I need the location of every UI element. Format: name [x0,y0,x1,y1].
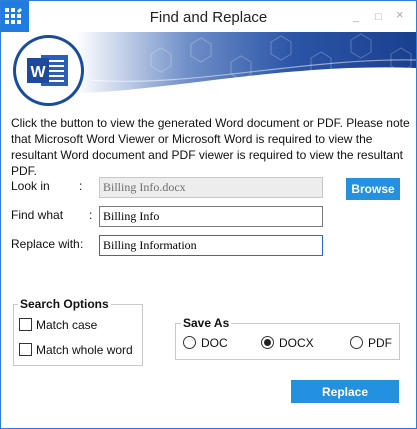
replace-with-input[interactable] [99,235,323,256]
find-replace-window: Find and Replace _ □ × W Click the butto… [0,0,417,429]
match-whole-word-label: Match whole word [36,343,133,357]
replace-button[interactable]: Replace [291,380,399,403]
match-whole-word-checkbox[interactable] [19,343,32,356]
browse-button[interactable]: Browse [346,178,400,200]
match-case-checkbox[interactable] [19,318,32,331]
search-options-title: Search Options [18,297,111,311]
find-what-colon: : [89,208,93,222]
look-in-label: Look in [11,179,50,193]
save-as-title: Save As [181,316,232,330]
radio-docx-label: DOCX [279,336,314,350]
radio-doc-label: DOC [201,336,228,350]
radio-docx-option[interactable]: DOCX [261,336,314,350]
match-case-option[interactable]: Match case [19,318,97,332]
radio-doc[interactable] [183,336,196,349]
look-in-colon: : [79,179,83,193]
minimize-button[interactable]: _ [353,11,359,23]
replace-with-colon: : [80,237,84,251]
title-bar: Find and Replace _ □ × [1,1,416,32]
find-what-label: Find what [11,208,64,222]
replace-with-label: Replace with [11,237,80,251]
radio-doc-option[interactable]: DOC [183,336,228,350]
find-what-input[interactable] [99,206,323,227]
word-logo-icon: W [16,38,81,103]
radio-pdf-label: PDF [368,336,392,350]
radio-pdf-option[interactable]: PDF [350,336,392,350]
svg-text:W: W [30,64,46,81]
look-in-field [99,177,323,198]
match-case-label: Match case [36,318,98,332]
close-button[interactable]: × [396,8,404,21]
info-text: Click the button to view the generated W… [11,116,410,178]
radio-docx[interactable] [261,336,274,349]
maximize-button[interactable]: □ [375,11,382,23]
radio-pdf[interactable] [350,336,363,349]
match-whole-word-option[interactable]: Match whole word [19,343,133,357]
